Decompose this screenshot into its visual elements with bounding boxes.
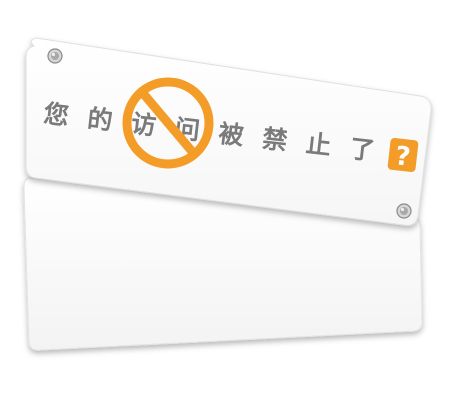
screw-icon-top-left [47, 48, 63, 64]
message-char-8: 了 [348, 134, 376, 166]
access-denied-illustration: 您 的 访 问 被 禁 止 了 ? [0, 0, 450, 400]
message-char-5: 被 [217, 119, 245, 151]
message-char-1: 您 [42, 99, 70, 131]
message-char-2: 的 [86, 104, 114, 136]
message-char-3: 访 [130, 109, 158, 141]
forbidden-sign-scene: 您 的 访 问 被 禁 止 了 ? [23, 37, 432, 351]
message-char-7: 止 [304, 129, 332, 161]
screw-icon-bottom-right [396, 203, 412, 219]
question-icon: ? [387, 137, 419, 173]
message-char-6: 禁 [261, 124, 289, 156]
